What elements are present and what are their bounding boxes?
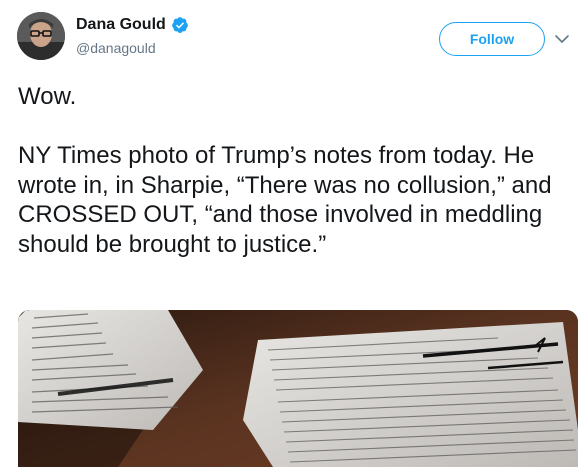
follow-button[interactable]: Follow xyxy=(439,22,545,56)
avatar[interactable] xyxy=(17,12,65,60)
tweet-text: Wow. NY Times photo of Trump’s notes fro… xyxy=(18,82,578,259)
photo-of-notes xyxy=(18,310,578,467)
avatar-photo xyxy=(17,12,65,60)
display-name-text: Dana Gould xyxy=(76,16,166,33)
chevron-down-icon[interactable] xyxy=(553,30,571,48)
tweet-paragraph: NY Times photo of Trump’s notes from tod… xyxy=(18,142,552,258)
tweet-paragraph: Wow. xyxy=(18,83,77,110)
verified-badge-icon xyxy=(171,17,188,33)
tweet-photo[interactable] xyxy=(18,310,578,467)
display-name[interactable]: Dana Gould xyxy=(76,16,189,34)
user-handle[interactable]: @danagould xyxy=(76,40,156,56)
tweet-header: Dana Gould @danagould Follow xyxy=(0,0,585,70)
